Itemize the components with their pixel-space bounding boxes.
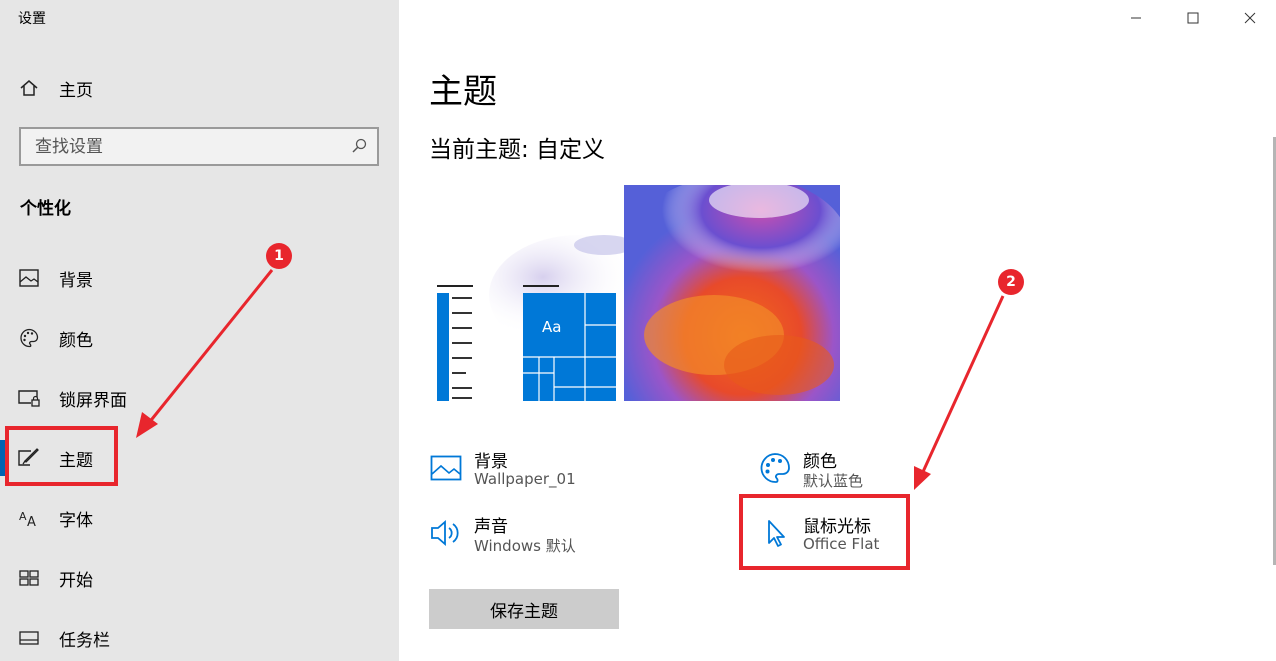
setting-value: 默认蓝色 [803, 472, 864, 490]
main-panel: 主题 当前主题: 自定义 Aa 背景 Wallpaper_01 颜色 默认蓝色 … [399, 0, 1276, 661]
search-icon[interactable] [351, 138, 367, 158]
image-icon [429, 451, 463, 485]
speaker-icon [429, 516, 463, 550]
sidebar-item-label: 颜色 [59, 330, 93, 351]
setting-value: Office Flat [803, 535, 880, 553]
minimize-button[interactable] [1116, 4, 1156, 32]
image-icon [18, 267, 40, 289]
theme-preview: Aa [429, 175, 849, 415]
setting-name: 背景 [474, 452, 508, 472]
mouse-cursor-setting[interactable]: 鼠标光标 Office Flat [758, 512, 918, 562]
setting-name: 颜色 [803, 452, 837, 472]
sidebar-item-label: 主页 [59, 80, 93, 101]
sidebar-item-start[interactable]: 开始 [0, 550, 399, 606]
annotation-badge-1: 1 [266, 243, 292, 269]
color-setting[interactable]: 颜色 默认蓝色 [758, 447, 938, 497]
save-theme-button[interactable]: 保存主题 [429, 589, 619, 629]
maximize-button[interactable] [1173, 4, 1213, 32]
sidebar: 设置 主页 个性化 背景 颜色 锁屏界面 主题 [0, 0, 399, 661]
setting-value: Wallpaper_01 [474, 470, 576, 488]
sidebar-item-label: 任务栏 [59, 630, 110, 651]
background-setting[interactable]: 背景 Wallpaper_01 [429, 447, 649, 497]
sound-setting[interactable]: 声音 Windows 默认 [429, 512, 649, 562]
palette-icon [18, 327, 40, 349]
setting-name: 鼠标光标 [803, 517, 871, 537]
sidebar-item-label: 主题 [59, 450, 93, 471]
theme-brush-icon [18, 447, 40, 469]
sidebar-item-themes[interactable]: 主题 [0, 430, 399, 486]
lock-screen-icon [18, 387, 40, 409]
section-title: 个性化 [20, 199, 71, 219]
sidebar-item-lock-screen[interactable]: 锁屏界面 [0, 370, 399, 426]
sidebar-item-fonts[interactable]: AA 字体 [0, 490, 399, 546]
svg-text:A: A [27, 515, 36, 527]
sidebar-item-label: 开始 [59, 570, 93, 591]
sidebar-item-background[interactable]: 背景 [0, 250, 399, 306]
cursor-icon [758, 516, 792, 550]
home-icon [18, 77, 40, 99]
search-field[interactable] [19, 127, 379, 166]
search-input[interactable] [21, 129, 341, 164]
font-icon: AA [18, 507, 40, 529]
sidebar-item-home[interactable]: 主页 [0, 60, 399, 116]
page-title: 主题 [429, 72, 497, 112]
setting-name: 声音 [474, 517, 508, 537]
close-button[interactable] [1230, 4, 1270, 32]
preview-tile-text: Aa [542, 318, 562, 336]
sidebar-item-label: 背景 [59, 270, 93, 291]
sidebar-item-label: 锁屏界面 [59, 390, 127, 411]
taskbar-icon [18, 627, 40, 649]
sidebar-item-taskbar[interactable]: 任务栏 [0, 610, 399, 661]
start-icon [18, 567, 40, 589]
annotation-badge-2: 2 [998, 269, 1024, 295]
palette-icon [758, 451, 792, 485]
setting-value: Windows 默认 [474, 537, 576, 555]
sidebar-item-colors[interactable]: 颜色 [0, 310, 399, 366]
sidebar-item-label: 字体 [59, 510, 93, 531]
svg-text:A: A [19, 510, 27, 523]
app-title: 设置 [18, 11, 46, 27]
current-theme-label: 当前主题: 自定义 [429, 137, 606, 163]
